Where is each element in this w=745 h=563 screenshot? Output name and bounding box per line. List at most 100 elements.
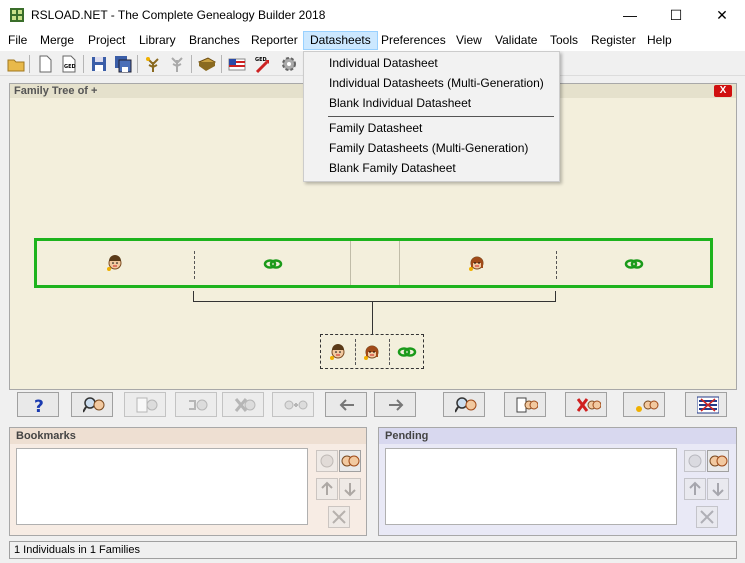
close-button[interactable]: ✕: [699, 0, 745, 30]
add-family-button[interactable]: [623, 392, 665, 417]
pending-add-family-button[interactable]: [707, 450, 729, 472]
arrow-right-icon: [389, 399, 404, 411]
pending-move-up-button[interactable]: [684, 478, 706, 500]
delete-icon: [700, 510, 714, 524]
tree-icon[interactable]: [167, 54, 187, 74]
bookmark-delete-button[interactable]: [328, 506, 350, 528]
toolbar-separator: [137, 55, 138, 73]
datasheets-dropdown: Individual Datasheet Individual Datashee…: [303, 51, 560, 182]
pending-delete-button[interactable]: [696, 506, 718, 528]
minimize-button[interactable]: —: [607, 0, 653, 30]
menu-library[interactable]: Library: [133, 31, 182, 50]
menu-validate[interactable]: Validate: [489, 31, 543, 50]
arrow-down-icon: [344, 483, 356, 497]
action-button-row: ?: [0, 390, 745, 420]
menu-blank-individual-datasheet[interactable]: Blank Individual Datasheet: [305, 93, 558, 113]
help-button[interactable]: ?: [17, 392, 59, 417]
gedcom-export-icon[interactable]: GED: [253, 54, 273, 74]
menu-file[interactable]: File: [2, 31, 33, 50]
menu-individual-datasheet[interactable]: Individual Datasheet: [305, 53, 558, 73]
arrow-up-icon: [689, 481, 701, 495]
merge-person-icon: [189, 399, 208, 411]
family-icon: [709, 455, 728, 467]
link-icon[interactable]: [397, 345, 417, 359]
menu-help[interactable]: Help: [641, 31, 678, 50]
maximize-button[interactable]: ☐: [653, 0, 699, 30]
divider: [194, 251, 195, 279]
bookmark-add-person-button[interactable]: [316, 450, 338, 472]
menu-blank-family-datasheet[interactable]: Blank Family Datasheet: [305, 158, 558, 178]
edit-family-icon: [516, 397, 538, 413]
search-person-button[interactable]: [71, 392, 113, 417]
menu-bar: File Merge Project Library Branches Repo…: [0, 30, 745, 51]
question-icon: ?: [34, 397, 44, 414]
pending-pane: Pending: [378, 427, 737, 536]
pedigree-chart-icon: [697, 396, 719, 414]
back-button[interactable]: [325, 392, 367, 417]
bookmarks-list[interactable]: [16, 448, 308, 525]
merge-person-button[interactable]: [175, 392, 217, 417]
add-relatives-button[interactable]: [272, 392, 314, 417]
delete-family-button[interactable]: [565, 392, 607, 417]
delete-person-button[interactable]: [222, 392, 264, 417]
menu-family-datasheet[interactable]: Family Datasheet: [305, 118, 558, 138]
edit-person-icon: [136, 397, 158, 413]
edit-person-button[interactable]: [124, 392, 166, 417]
bookmark-move-up-button[interactable]: [316, 478, 338, 500]
new-file-icon[interactable]: [35, 54, 55, 74]
child-box[interactable]: [320, 334, 424, 369]
edit-family-button[interactable]: [504, 392, 546, 417]
menu-family-datasheets-multi[interactable]: Family Datasheets (Multi-Generation): [305, 138, 558, 158]
menu-preferences[interactable]: Preferences: [375, 31, 452, 50]
menu-tools[interactable]: Tools: [544, 31, 584, 50]
tree-add-icon[interactable]: [143, 54, 163, 74]
divider: [355, 339, 356, 365]
menu-view[interactable]: View: [450, 31, 488, 50]
male-person-icon[interactable]: [106, 254, 124, 272]
arrow-up-icon: [321, 481, 333, 495]
pending-move-down-button[interactable]: [707, 478, 729, 500]
bookmark-move-down-button[interactable]: [339, 478, 361, 500]
link-icon[interactable]: [624, 257, 644, 271]
gedcom-icon[interactable]: GED: [59, 54, 79, 74]
connector-line: [193, 301, 556, 302]
divider: [399, 241, 400, 285]
connector-line: [555, 291, 556, 301]
menu-branches[interactable]: Branches: [183, 31, 246, 50]
menu-individual-datasheets-multi[interactable]: Individual Datasheets (Multi-Generation): [305, 73, 558, 93]
book-icon[interactable]: [197, 54, 217, 74]
save-all-icon[interactable]: [113, 54, 133, 74]
app-icon: [10, 8, 24, 22]
pending-list[interactable]: [385, 448, 677, 525]
delete-person-icon: [234, 398, 256, 412]
save-icon[interactable]: [89, 54, 109, 74]
link-icon[interactable]: [263, 257, 283, 271]
forward-button[interactable]: [374, 392, 416, 417]
close-tree-button[interactable]: X: [714, 85, 732, 97]
settings-icon[interactable]: [279, 54, 299, 74]
toolbar-separator: [83, 55, 84, 73]
menu-project[interactable]: Project: [82, 31, 131, 50]
search-family-button[interactable]: [443, 392, 485, 417]
bookmark-add-family-button[interactable]: [339, 450, 361, 472]
connector-line: [372, 301, 373, 334]
bookmarks-pane: Bookmarks: [9, 427, 367, 536]
flag-icon[interactable]: [227, 54, 247, 74]
menu-merge[interactable]: Merge: [34, 31, 80, 50]
pedigree-chart-button[interactable]: [685, 392, 727, 417]
menu-datasheets[interactable]: Datasheets: [303, 31, 378, 50]
couple-box[interactable]: [34, 238, 713, 288]
female-person-icon[interactable]: [363, 343, 381, 361]
arrow-down-icon: [712, 483, 724, 497]
female-person-icon[interactable]: [468, 254, 486, 272]
open-folder-icon[interactable]: [6, 54, 26, 74]
male-person-icon[interactable]: [329, 343, 347, 361]
menu-register[interactable]: Register: [585, 31, 642, 50]
pending-title: Pending: [379, 428, 736, 444]
pending-add-person-button[interactable]: [684, 450, 706, 472]
menu-reporter[interactable]: Reporter: [245, 31, 304, 50]
toolbar-separator: [191, 55, 192, 73]
family-tree-title: Family Tree of +: [14, 85, 98, 97]
search-person-icon: [83, 397, 105, 413]
divider: [556, 251, 557, 279]
